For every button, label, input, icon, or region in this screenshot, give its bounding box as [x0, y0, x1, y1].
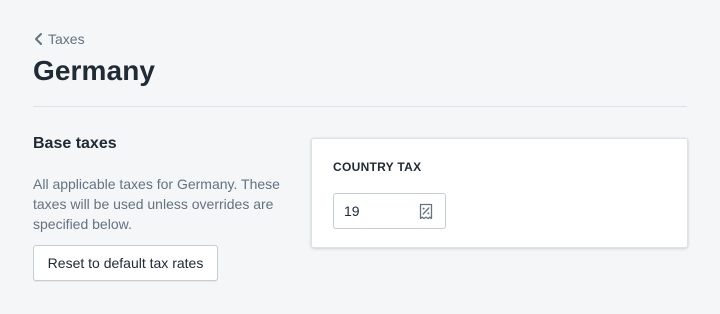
- divider: [33, 106, 687, 107]
- page: Taxes Germany Base taxes All applicable …: [0, 0, 720, 314]
- chevron-left-icon: [35, 33, 42, 45]
- reset-tax-rates-button[interactable]: Reset to default tax rates: [33, 245, 218, 281]
- section-description: All applicable taxes for Germany. These …: [33, 176, 280, 232]
- page-title: Germany: [33, 55, 156, 86]
- country-tax-card: COUNTRY TAX: [311, 138, 688, 248]
- country-tax-field[interactable]: [333, 193, 446, 229]
- country-tax-input[interactable]: [344, 203, 414, 219]
- country-tax-label: COUNTRY TAX: [333, 160, 422, 174]
- percent-receipt-icon: [419, 203, 433, 220]
- breadcrumb-back-link[interactable]: Taxes: [32, 31, 85, 47]
- breadcrumb-label: Taxes: [48, 31, 85, 47]
- section-title: Base taxes: [33, 135, 117, 152]
